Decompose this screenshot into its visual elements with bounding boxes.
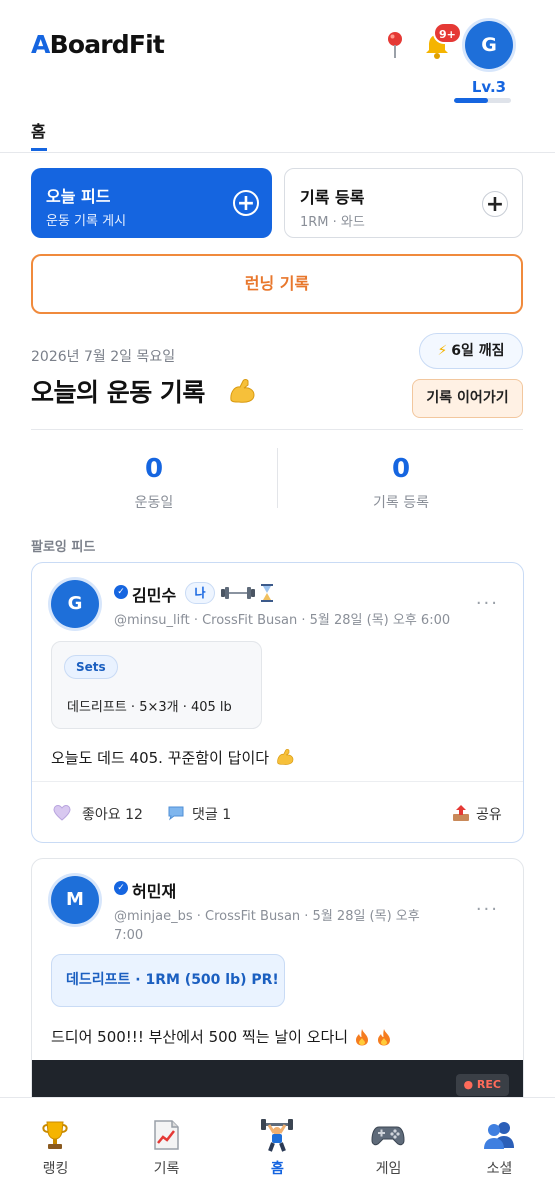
feed-post: M ✓ 허민재 @minjae_bs · CrossFit Busan · 5월… (31, 858, 524, 1118)
stat-workout-days-label: 운동일 (134, 495, 174, 511)
post-meta-line: @minjae_bs · CrossFit Busan · 5월 28일 (목)… (114, 909, 420, 924)
fire-icon (356, 1029, 369, 1046)
today-feed-card[interactable]: 오늘 피드 운동 기록 게시 + (31, 168, 272, 238)
level-label: Lv.3 (471, 78, 507, 96)
level-progress-bar (454, 98, 511, 103)
comment-count[interactable]: 댓글 1 (192, 804, 231, 824)
post-actions: 좋아요 12 댓글 1 공유 (32, 781, 523, 843)
nav-label: 홈 (271, 1161, 284, 1177)
people-icon (484, 1122, 514, 1149)
pr-record-box: 데드리프트 · 1RM (500 lb) PR! (51, 954, 285, 1007)
today-feed-title: 오늘 피드 (46, 187, 111, 206)
trophy-icon (42, 1121, 68, 1149)
top-bar: ABoardFit 9+ G Lv.3 (0, 0, 555, 110)
stat-workout-days: 0 운동일 (31, 450, 277, 512)
tab-active-indicator (31, 148, 47, 151)
nav-item-home[interactable]: 홈 (222, 1098, 333, 1200)
running-record-button[interactable]: 런닝 기록 (31, 254, 523, 314)
divider (31, 429, 523, 430)
continue-record-button[interactable]: 기록 이어가기 (412, 379, 523, 418)
fire-icon (378, 1029, 391, 1046)
share-icon[interactable] (452, 804, 470, 822)
record-register-subtitle: 1RM · 와드 (300, 215, 365, 230)
heart-icon[interactable] (53, 804, 71, 822)
nav-item-game[interactable]: 게임 (333, 1098, 444, 1200)
section-title: 오늘의 운동 기록 (31, 378, 205, 407)
notification-badge: 9+ (433, 22, 462, 44)
me-badge: 나 (185, 582, 215, 604)
post-meta-line: 7:00 (114, 928, 144, 943)
sets-detail: 데드리프트 · 5×3개 · 405 lb (67, 700, 232, 715)
nav-item-record[interactable]: 기록 (111, 1098, 222, 1200)
nav-label: 랭킹 (42, 1161, 69, 1177)
nav-item-ranking[interactable]: 랭킹 (0, 1098, 111, 1200)
today-date: 2026년 7월 2일 목요일 (31, 349, 176, 365)
post-author-name[interactable]: 허민재 (132, 878, 176, 902)
bottom-nav: 랭킹 기록 홈 게임 소셜 (0, 1097, 555, 1200)
app-logo[interactable]: ABoardFit (31, 30, 165, 59)
post-author-name[interactable]: 김민수 (132, 582, 176, 606)
streak-badge[interactable]: ⚡ 6일 깨짐 (419, 333, 523, 369)
dumbbell-icon (221, 587, 255, 599)
stat-workout-days-value: 0 (144, 454, 164, 484)
more-options-icon[interactable]: ··· (476, 593, 499, 614)
add-record-button[interactable]: + (482, 191, 508, 217)
post-meta: @minjae_bs · CrossFit Busan · 5월 28일 (목)… (114, 907, 420, 945)
weightlifter-icon (261, 1119, 293, 1152)
nav-label: 소셜 (486, 1161, 513, 1177)
post-meta: @minsu_lift · CrossFit Busan · 5월 28일 (목… (114, 613, 451, 628)
share-label[interactable]: 공유 (476, 804, 502, 824)
tab-bar: 홈 (0, 110, 555, 153)
sets-pill: Sets (64, 655, 118, 679)
more-options-icon[interactable]: ··· (476, 899, 499, 920)
verified-icon: ✓ (114, 881, 128, 895)
hourglass-icon (261, 584, 273, 602)
today-feed-subtitle: 운동 기록 게시 (46, 214, 127, 229)
lightning-icon: ⚡ (437, 343, 448, 359)
flexed-biceps-icon (277, 749, 294, 765)
gamepad-icon (371, 1126, 405, 1146)
nav-label: 기록 (153, 1161, 180, 1177)
verified-icon: ✓ (114, 585, 128, 599)
stat-records-label: 기록 등록 (373, 495, 429, 511)
nav-label: 게임 (375, 1161, 402, 1177)
record-register-card[interactable]: 기록 등록 1RM · 와드 + (284, 168, 523, 238)
post-body: 드디어 500!!! 부산에서 500 찍는 날이 오다니 (51, 1026, 392, 1047)
post-avatar[interactable]: M (51, 876, 99, 924)
chart-icon (154, 1120, 179, 1150)
add-feed-button[interactable]: + (233, 190, 259, 216)
stat-records-value: 0 (391, 454, 411, 484)
rec-badge: ● REC (455, 1074, 509, 1096)
post-avatar[interactable]: G (51, 580, 99, 628)
location-pin-icon[interactable] (384, 30, 406, 60)
post-body: 오늘도 데드 405. 꾸준함이 답이다 (51, 747, 295, 768)
nav-item-social[interactable]: 소셜 (444, 1098, 555, 1200)
following-feed-label: 팔로잉 피드 (31, 540, 96, 555)
tab-home[interactable]: 홈 (31, 118, 46, 142)
stat-records: 0 기록 등록 (278, 450, 524, 512)
profile-avatar[interactable]: G (465, 21, 513, 69)
record-register-title: 기록 등록 (300, 188, 365, 207)
like-count[interactable]: 좋아요 12 (82, 804, 143, 824)
comment-icon[interactable] (167, 804, 185, 822)
workout-sets-box: Sets 데드리프트 · 5×3개 · 405 lb (51, 641, 262, 729)
feed-post: G ✓ 김민수 나 @minsu_lift · CrossFit Busan ·… (31, 562, 524, 843)
flexed-biceps-icon (230, 379, 255, 403)
